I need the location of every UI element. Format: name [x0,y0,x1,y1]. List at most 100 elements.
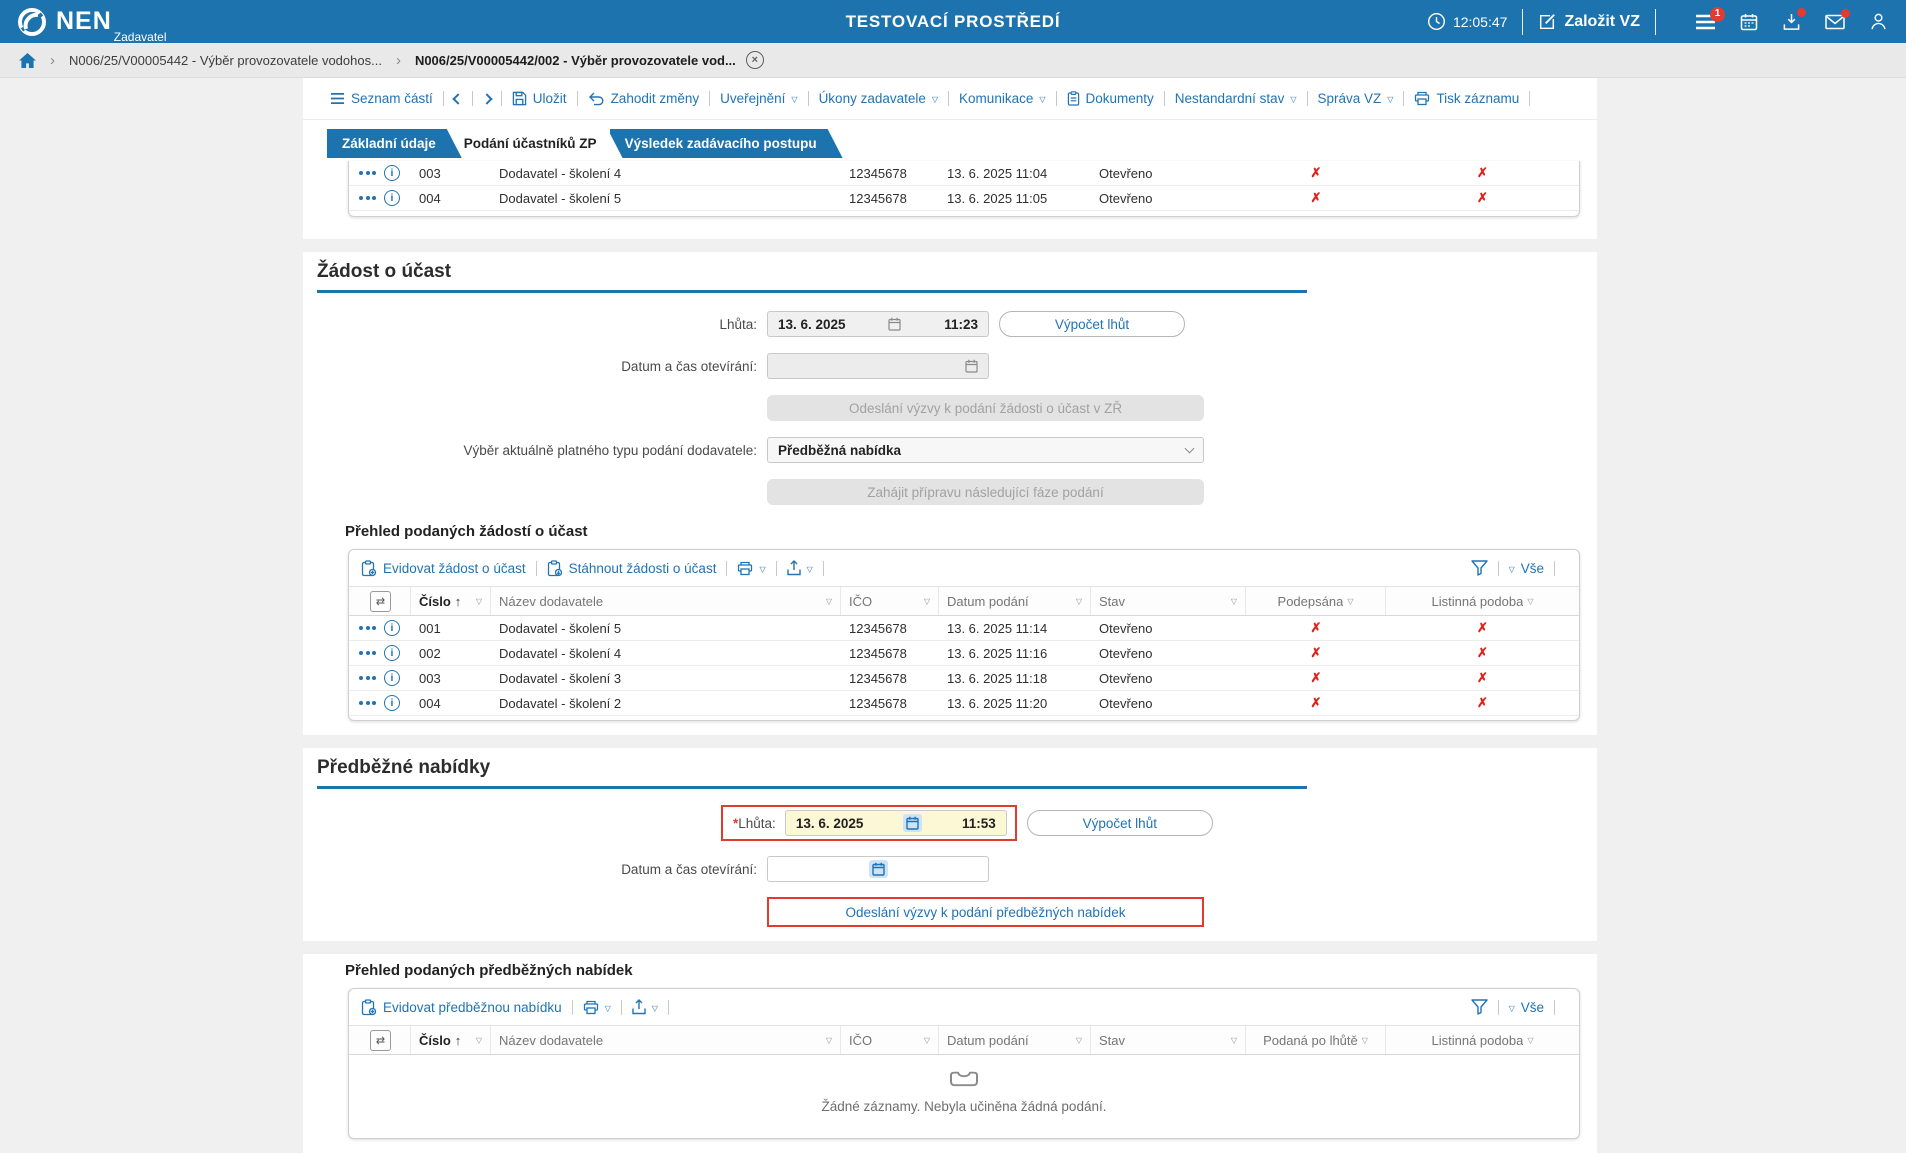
filter-caret-icon[interactable]: ▽ [1231,597,1237,606]
odeslani-vyzvy-predbezne-button[interactable]: Odeslání výzvy k podání předběžných nabí… [767,897,1204,927]
row-menu-icon[interactable] [359,701,376,705]
column-header-listinna[interactable]: Listinná podoba▽ [1386,587,1579,615]
filter-vse-button[interactable]: Vše [1521,1000,1544,1015]
prev-record-icon[interactable] [452,93,463,104]
info-icon[interactable]: i [384,670,400,686]
table-row[interactable]: i 001 Dodavatel - školení 5 12345678 13.… [349,616,1579,641]
filter-caret-icon[interactable]: ▽ [1509,1004,1515,1013]
vypocet-lhut-button[interactable]: Výpočet lhůt [1027,810,1213,836]
filter-icon[interactable] [1471,999,1488,1015]
column-header-datum[interactable]: Datum podání▽ [939,1026,1091,1054]
row-menu-icon[interactable] [359,626,376,630]
next-record-icon[interactable] [481,93,492,104]
mail-icon[interactable] [1825,14,1845,30]
home-icon[interactable] [19,53,36,68]
datum-otevirani-field[interactable] [767,856,989,882]
column-header-listinna[interactable]: Listinná podoba▽ [1386,1026,1579,1054]
print-record-button[interactable]: Tisk záznamu [1414,91,1519,106]
filter-caret-icon[interactable]: ▽ [1347,597,1353,606]
filter-caret-icon[interactable]: ▽ [924,597,930,606]
column-header-nazev[interactable]: Název dodavatele▽ [491,1026,841,1054]
komunikace-menu[interactable]: Komunikace▽ [959,91,1045,106]
table-row[interactable]: i 004 Dodavatel - školení 2 12345678 13.… [349,691,1579,716]
tab-podani-ucastniku[interactable]: Podání účastníků ZP [449,129,623,158]
dokumenty-button[interactable]: Dokumenty [1067,91,1154,106]
table-row[interactable]: i 004 Dodavatel - školení 5 12345678 13.… [349,186,1579,211]
info-icon[interactable]: i [384,165,400,181]
cell-podepsana-x: ✗ [1246,670,1386,686]
record-header-panel: Seznam částí Uložit Zahodit změny Uveřej… [303,78,1597,239]
ukony-zadavatele-menu[interactable]: Úkony zadavatele▽ [819,91,938,106]
filter-caret-icon[interactable]: ▽ [476,1036,482,1045]
filter-caret-icon[interactable]: ▽ [1527,597,1533,606]
filter-caret-icon[interactable]: ▽ [826,1036,832,1045]
calendar-picker-icon[interactable] [869,860,888,878]
lhuta-datetime-field[interactable]: 13. 6. 2025 11:53 [785,810,1007,836]
info-icon[interactable]: i [384,695,400,711]
stahnout-zadosti-button[interactable]: Stáhnout žádosti o účast [547,560,717,577]
breadcrumb-item-current[interactable]: N006/25/V00005442/002 - Výběr provozovat… [415,53,736,68]
column-header-stav[interactable]: Stav▽ [1091,1026,1246,1054]
tab-zakladni-udaje[interactable]: Základní údaje [327,129,462,158]
filter-caret-icon[interactable]: ▽ [826,597,832,606]
seznam-casti-button[interactable]: Seznam částí [330,91,433,106]
evidovat-zadost-button[interactable]: Evidovat žádost o účast [361,560,526,577]
table-row[interactable]: i 002 Dodavatel - školení 4 12345678 13.… [349,641,1579,666]
filter-icon[interactable] [1471,560,1488,576]
row-menu-icon[interactable] [359,651,376,655]
create-vz-button[interactable]: Založit VZ [1538,13,1640,31]
column-header-ico[interactable]: IČO▽ [841,1026,939,1054]
cell-nazev-dodavatele: Dodavatel - školení 3 [491,671,841,686]
calendar-picker-icon[interactable] [903,814,922,832]
row-menu-icon[interactable] [359,196,376,200]
info-icon[interactable]: i [384,620,400,636]
filter-caret-icon[interactable]: ▽ [476,597,482,606]
filter-caret-icon[interactable]: ▽ [1362,1036,1368,1045]
column-header-datum[interactable]: Datum podání▽ [939,587,1091,615]
typ-podani-dropdown[interactable]: Předběžná nabídka [767,437,1204,463]
filter-caret-icon[interactable]: ▽ [1527,1036,1533,1045]
nestandardni-stav-menu[interactable]: Nestandardní stav▽ [1175,91,1297,106]
column-header-nazev[interactable]: Název dodavatele▽ [491,587,841,615]
tab-vysledek-postupu[interactable]: Výsledek zadávacího postupu [610,129,843,158]
row-menu-icon[interactable] [359,676,376,680]
filter-caret-icon[interactable]: ▽ [1076,597,1082,606]
discard-changes-button[interactable]: Zahodit změny [588,91,700,106]
save-button[interactable]: Uložit [512,91,567,106]
filter-caret-icon[interactable]: ▽ [1509,565,1515,574]
evidovat-predbeznou-button[interactable]: Evidovat předběžnou nabídku [361,999,562,1016]
table-row[interactable]: i 003 Dodavatel - školení 3 12345678 13.… [349,666,1579,691]
filter-caret-icon[interactable]: ▽ [1076,1036,1082,1045]
export-table-button[interactable]: ▽ [632,999,658,1015]
column-header-cislo[interactable]: Číslo↑▽ [411,587,491,615]
row-menu-icon[interactable] [359,171,376,175]
user-icon[interactable] [1869,12,1888,31]
column-header-podepsana[interactable]: Podepsána▽ [1246,587,1386,615]
lhuta-datetime-field[interactable]: 13. 6. 2025 11:23 [767,311,989,337]
breadcrumb-item-parent[interactable]: N006/25/V00005442 - Výběr provozovatele … [69,53,382,68]
downloads-icon[interactable] [1782,13,1801,31]
calendar-picker-icon[interactable] [888,317,901,331]
filter-caret-icon[interactable]: ▽ [924,1036,930,1045]
export-table-button[interactable]: ▽ [787,560,813,576]
uverejneni-menu[interactable]: Uveřejnění▽ [720,91,797,106]
column-settings-icon[interactable]: ⇄ [370,1030,391,1051]
close-tab-icon[interactable]: × [746,51,764,69]
filter-vse-button[interactable]: Vše [1521,561,1544,576]
column-header-ico[interactable]: IČO▽ [841,587,939,615]
calendar-icon[interactable] [1740,13,1758,31]
table-row[interactable]: i 003 Dodavatel - školení 4 12345678 13.… [349,161,1579,186]
print-table-button[interactable]: ▽ [583,1000,611,1015]
menu-icon[interactable]: 1 [1695,14,1716,30]
vypocet-lhut-button[interactable]: Výpočet lhůt [999,311,1185,337]
column-header-podana-po-lhute[interactable]: Podaná po lhůtě▽ [1246,1026,1386,1054]
nen-logo[interactable]: NENZadavatel [16,6,167,38]
info-icon[interactable]: i [384,190,400,206]
filter-caret-icon[interactable]: ▽ [1231,1036,1237,1045]
column-header-stav[interactable]: Stav▽ [1091,587,1246,615]
info-icon[interactable]: i [384,645,400,661]
sprava-vz-menu[interactable]: Správa VZ▽ [1318,91,1394,106]
print-table-button[interactable]: ▽ [737,561,765,576]
column-header-cislo[interactable]: Číslo↑▽ [411,1026,491,1054]
column-settings-icon[interactable]: ⇄ [370,591,391,612]
